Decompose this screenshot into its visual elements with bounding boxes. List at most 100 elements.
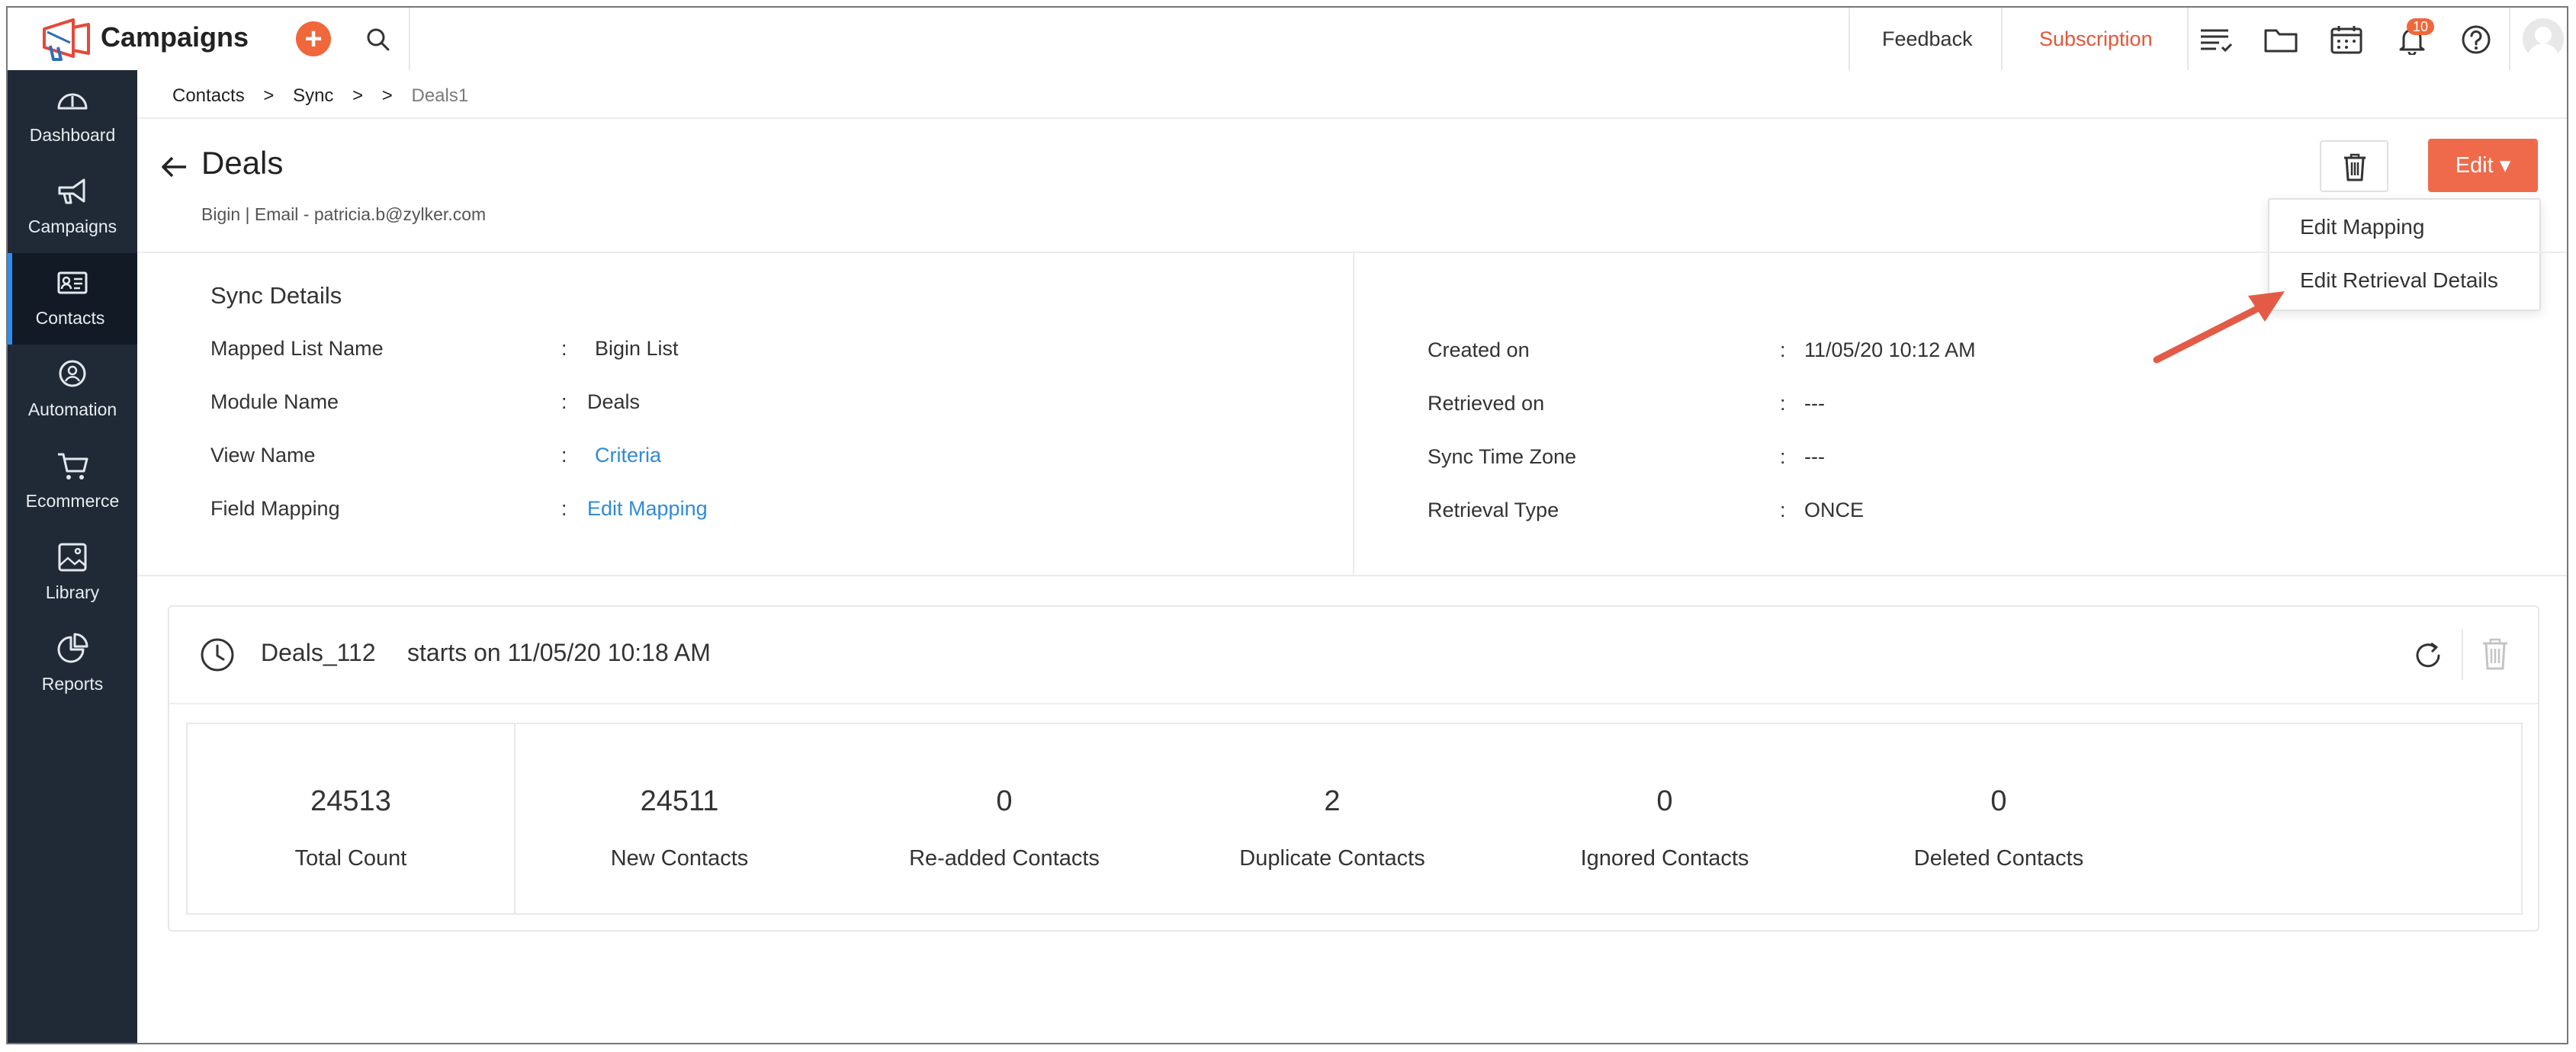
- colon: :: [1780, 499, 1786, 521]
- sidebar-item-ecommerce[interactable]: Ecommerce: [8, 436, 137, 528]
- schedule-card: Deals_112 starts on 11/05/20 10:18 AM 24…: [168, 605, 2539, 932]
- breadcrumb-sync[interactable]: Sync: [293, 85, 333, 106]
- search-icon[interactable]: [365, 26, 392, 53]
- breadcrumb-separator: >: [352, 85, 364, 106]
- calendar-icon[interactable]: [2329, 24, 2364, 55]
- help-icon[interactable]: [2459, 24, 2494, 55]
- breadcrumb-separator: >: [381, 85, 393, 106]
- megaphone-icon: [58, 178, 85, 204]
- sidebar-item-automation[interactable]: Automation: [8, 345, 137, 436]
- stat-deleted-contacts: 0 Deleted Contacts: [1835, 724, 2163, 913]
- automation-icon: [59, 360, 86, 387]
- subscription-link[interactable]: Subscription: [2039, 8, 2153, 70]
- page-subtitle: Bigin | Email - patricia.b@zylker.com: [201, 204, 487, 224]
- top-divider: [2001, 8, 2003, 70]
- sidebar-item-library[interactable]: Library: [8, 528, 137, 619]
- field-mapping-label: Field Mapping: [210, 497, 340, 520]
- retrieved-on-value: ---: [1804, 392, 1825, 415]
- top-divider: [409, 8, 410, 70]
- sidebar-item-label: Dashboard: [29, 125, 116, 145]
- sidebar-item-contacts[interactable]: Contacts: [8, 253, 137, 345]
- refresh-icon[interactable]: [2411, 639, 2445, 672]
- top-divider: [1848, 8, 1850, 70]
- page-title: Deals: [201, 145, 284, 181]
- stat-total-count: 24513 Total Count: [188, 724, 514, 913]
- divider: [137, 575, 2567, 576]
- colon: :: [561, 497, 567, 520]
- retrieval-type-label: Retrieval Type: [1428, 499, 1559, 521]
- created-on-label: Created on: [1428, 338, 1530, 361]
- mapped-list-name-value: Bigin List: [595, 337, 679, 360]
- view-name-label: View Name: [210, 444, 316, 467]
- retrieval-type-value: ONCE: [1804, 499, 1865, 521]
- pie-chart-icon: [57, 633, 88, 663]
- stat-value: 0: [1656, 785, 1673, 817]
- stat-value: 0: [996, 785, 1013, 817]
- schedule-name: Deals_112: [261, 639, 376, 666]
- contact-card-icon: [57, 271, 88, 294]
- schedule-start-time: starts on 11/05/20 10:18 AM: [407, 639, 711, 666]
- breadcrumb-current: Deals1: [411, 85, 469, 106]
- sidebar-item-campaigns[interactable]: Campaigns: [8, 162, 137, 253]
- back-arrow-icon[interactable]: [159, 154, 189, 180]
- sync-time-zone-label: Sync Time Zone: [1428, 445, 1577, 468]
- top-divider: [2509, 8, 2510, 70]
- stat-value: 24513: [310, 785, 391, 817]
- stat-label: Duplicate Contacts: [1239, 846, 1425, 871]
- sync-time-zone-value: ---: [1804, 445, 1825, 468]
- sidebar-item-label: Reports: [41, 674, 104, 694]
- main-content: Contacts > Sync > > Deals1 Deals Bigin |…: [137, 70, 2567, 1043]
- image-library-icon: [58, 543, 87, 572]
- edit-dropdown-button[interactable]: Edit ▾: [2428, 139, 2538, 192]
- top-bar: Campaigns + Feedback Subscription 10: [8, 8, 2567, 72]
- sidebar-item-dashboard[interactable]: Dashboard: [8, 70, 137, 162]
- sidebar-item-reports[interactable]: Reports: [8, 619, 137, 710]
- mapped-list-name-label: Mapped List Name: [210, 337, 384, 360]
- colon: :: [561, 444, 567, 467]
- campaigns-logo-icon: [43, 18, 90, 61]
- create-new-button[interactable]: +: [296, 21, 331, 56]
- clock-icon: [201, 638, 234, 672]
- checklist-icon[interactable]: [2198, 24, 2233, 55]
- stat-label: New Contacts: [610, 846, 749, 871]
- colon: :: [561, 390, 567, 413]
- folder-icon[interactable]: [2263, 24, 2298, 55]
- sidebar: Dashboard Campaigns Contacts Automation …: [8, 70, 137, 1043]
- retrieved-on-label: Retrieved on: [1428, 392, 1545, 415]
- stat-label: Ignored Contacts: [1580, 846, 1749, 871]
- app-window: Campaigns + Feedback Subscription 10 Das…: [6, 6, 2568, 1044]
- created-on-value: 11/05/20 10:12 AM: [1804, 338, 1976, 361]
- feedback-link[interactable]: Feedback: [1882, 8, 1973, 70]
- sidebar-item-label: Automation: [27, 399, 117, 419]
- annotation-arrow: [2153, 291, 2285, 364]
- sidebar-item-label: Library: [45, 582, 100, 602]
- menu-item-edit-mapping[interactable]: Edit Mapping: [2300, 215, 2424, 239]
- column-divider: [1353, 252, 1354, 575]
- stat-label: Total Count: [294, 846, 407, 871]
- notification-badge: 10: [2407, 18, 2435, 35]
- edit-mapping-link[interactable]: Edit Mapping: [587, 497, 708, 521]
- app-brand: Campaigns: [101, 21, 249, 53]
- trash-icon[interactable]: [2481, 637, 2509, 671]
- colon: :: [1780, 338, 1786, 361]
- stat-label: Re-added Contacts: [909, 846, 1100, 871]
- gauge-icon: [57, 93, 88, 110]
- stat-label: Deleted Contacts: [1913, 846, 2084, 871]
- sidebar-item-label: Campaigns: [27, 216, 117, 236]
- stat-value: 2: [1324, 785, 1341, 817]
- breadcrumb-contacts[interactable]: Contacts: [172, 85, 245, 106]
- delete-button[interactable]: [2320, 140, 2388, 192]
- avatar[interactable]: [2523, 18, 2564, 59]
- module-name-value: Deals: [587, 390, 641, 413]
- user-silhouette-icon: [2527, 27, 2559, 59]
- stat-re-added-contacts: 0 Re-added Contacts: [840, 724, 1168, 913]
- edit-dropdown-menu: Edit Mapping Edit Retrieval Details: [2268, 198, 2541, 311]
- breadcrumb: Contacts > Sync > > Deals1: [172, 85, 482, 107]
- menu-item-edit-retrieval-details[interactable]: Edit Retrieval Details: [2300, 268, 2498, 293]
- colon: :: [1780, 392, 1786, 415]
- view-name-criteria-link[interactable]: Criteria: [595, 444, 661, 467]
- breadcrumb-separator: >: [263, 85, 275, 106]
- stat-value: 0: [1990, 785, 2007, 817]
- sidebar-item-label: Contacts: [35, 308, 105, 328]
- sync-details-title: Sync Details: [210, 282, 342, 309]
